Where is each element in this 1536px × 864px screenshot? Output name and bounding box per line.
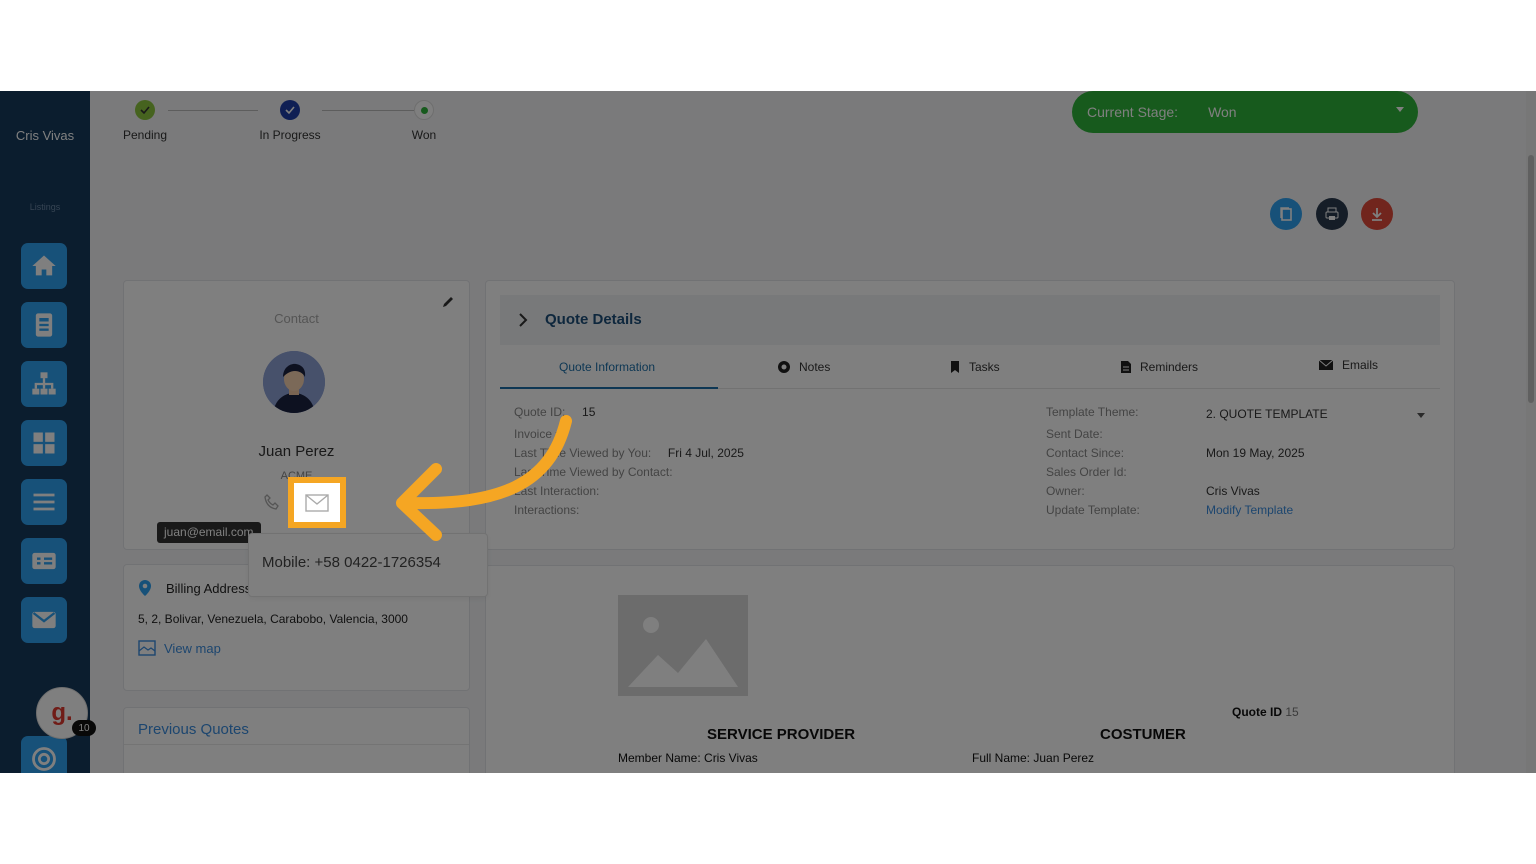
quote-preview-card: Quote ID 15 SERVICE PROVIDER COSTUMER Me… <box>485 565 1455 773</box>
list-icon <box>33 493 55 511</box>
tab-notes[interactable]: Notes <box>777 360 830 374</box>
home-icon <box>32 255 56 276</box>
sidebar-org-button[interactable] <box>21 361 67 407</box>
email-icon <box>1318 359 1334 370</box>
billing-address: 5, 2, Bolivar, Venezuela, Carabobo, Vale… <box>138 612 408 626</box>
quote-details-header[interactable]: Quote Details <box>500 295 1440 345</box>
previous-quotes-title[interactable]: Previous Quotes <box>138 721 249 738</box>
mail-icon <box>32 611 56 629</box>
sales-order-label: Sales Order Id: <box>1046 465 1127 479</box>
modify-template-link[interactable]: Modify Template <box>1206 503 1293 517</box>
current-stage-label: Current Stage: <box>1087 104 1179 120</box>
app-window: Cris Vivas Listings g. 10 Pending In Pro… <box>0 91 1536 773</box>
sidebar-mail-button[interactable] <box>21 597 67 643</box>
target-icon <box>32 747 56 771</box>
chevron-down-icon <box>1396 107 1404 112</box>
step-pending[interactable]: Pending <box>120 100 170 142</box>
service-provider-heading: SERVICE PROVIDER <box>707 726 856 743</box>
curved-arrow-icon <box>396 415 572 541</box>
dot-icon <box>414 100 434 120</box>
grid-icon <box>33 432 55 454</box>
contact-title: Contact <box>274 311 319 326</box>
view-map-link[interactable]: View map <box>138 640 221 656</box>
preview-quote-id: Quote ID 15 <box>1232 705 1299 719</box>
full-name: Full Name: Juan Perez <box>972 751 1095 765</box>
edit-icon[interactable] <box>441 295 455 314</box>
location-pin-icon <box>139 580 151 596</box>
phone-icon[interactable] <box>263 493 281 516</box>
contact-since-value: Mon 19 May, 2025 <box>1206 446 1305 460</box>
sent-date-label: Sent Date: <box>1046 427 1103 441</box>
sidebar-invoice-button[interactable] <box>21 538 67 584</box>
tasks-icon <box>951 361 959 373</box>
billing-title: Billing Address <box>166 581 252 596</box>
step-label: Pending <box>122 128 168 142</box>
image-placeholder-icon <box>618 595 748 696</box>
tab-label: Notes <box>799 360 831 374</box>
copy-icon <box>1280 207 1292 221</box>
mobile-number: Mobile: +58 0422-1726354 <box>262 554 441 571</box>
main-content: Pending In Progress Won Current Stage: W… <box>90 91 1536 773</box>
org-chart-icon <box>32 372 56 395</box>
member-name: Member Name: Cris Vivas <box>618 751 758 765</box>
sidebar-home-button[interactable] <box>21 243 67 289</box>
update-template-label: Update Template: <box>1046 503 1140 517</box>
scrollbar-thumb[interactable] <box>1528 155 1534 403</box>
avatar <box>263 351 325 413</box>
template-theme-label: Template Theme: <box>1046 405 1139 419</box>
sidebar-grid-button[interactable] <box>21 420 67 466</box>
sidebar-user-name[interactable]: Cris Vivas <box>0 128 90 143</box>
print-icon <box>1325 207 1339 220</box>
current-stage-select[interactable]: Current Stage: Won <box>1072 91 1418 133</box>
envelope-icon <box>305 493 329 512</box>
tab-quote-information[interactable]: Quote Information <box>559 360 655 374</box>
notes-icon <box>778 361 790 373</box>
current-stage-value: Won <box>1208 104 1237 120</box>
print-button[interactable] <box>1316 198 1348 230</box>
owner-value: Cris Vivas <box>1206 484 1260 498</box>
divider <box>124 744 469 745</box>
reminders-icon <box>1121 361 1131 373</box>
tab-label: Tasks <box>969 360 1000 374</box>
sidebar: Cris Vivas Listings g. 10 <box>0 91 96 773</box>
copy-button[interactable] <box>1270 198 1302 230</box>
quote-details-card: Quote Details Quote Information Notes Ta… <box>485 280 1455 550</box>
active-tab-indicator <box>500 387 718 389</box>
sidebar-target-button[interactable] <box>21 736 67 773</box>
sidebar-section-label: Listings <box>29 202 61 212</box>
tab-label: Emails <box>1342 358 1379 372</box>
stepper-line <box>322 110 414 111</box>
map-icon <box>138 640 156 656</box>
step-in-progress[interactable]: In Progress <box>248 100 332 142</box>
step-won[interactable]: Won <box>404 100 444 142</box>
owner-label: Owner: <box>1046 484 1085 498</box>
tab-label: Reminders <box>1140 360 1199 374</box>
contact-card-icon <box>35 313 53 337</box>
invoice-icon <box>32 552 56 570</box>
quote-details-title: Quote Details <box>545 311 642 328</box>
tab-tasks[interactable]: Tasks <box>949 360 1000 374</box>
step-label: Won <box>411 128 437 142</box>
chevron-right-icon <box>519 313 528 327</box>
check-icon <box>280 100 300 120</box>
view-map-label: View map <box>164 640 221 656</box>
sidebar-list-button[interactable] <box>21 479 67 525</box>
chevron-down-icon[interactable] <box>1417 413 1425 418</box>
template-theme-select[interactable]: 2. QUOTE TEMPLATE <box>1206 407 1328 421</box>
tab-reminders[interactable]: Reminders <box>1120 360 1198 374</box>
download-button[interactable] <box>1361 198 1393 230</box>
download-icon <box>1372 208 1382 221</box>
step-label: In Progress <box>259 128 321 142</box>
contact-since-label: Contact Since: <box>1046 446 1125 460</box>
email-tooltip: juan@email.com <box>157 522 261 543</box>
sidebar-contacts-button[interactable] <box>21 302 67 348</box>
previous-quotes-card: Previous Quotes <box>123 707 470 773</box>
email-contact-button[interactable] <box>288 477 346 528</box>
tab-label: Quote Information <box>559 360 656 374</box>
check-icon <box>135 100 155 120</box>
tab-emails[interactable]: Emails <box>1318 358 1378 372</box>
stepper-line <box>168 110 258 111</box>
customer-heading: COSTUMER <box>1100 726 1186 743</box>
